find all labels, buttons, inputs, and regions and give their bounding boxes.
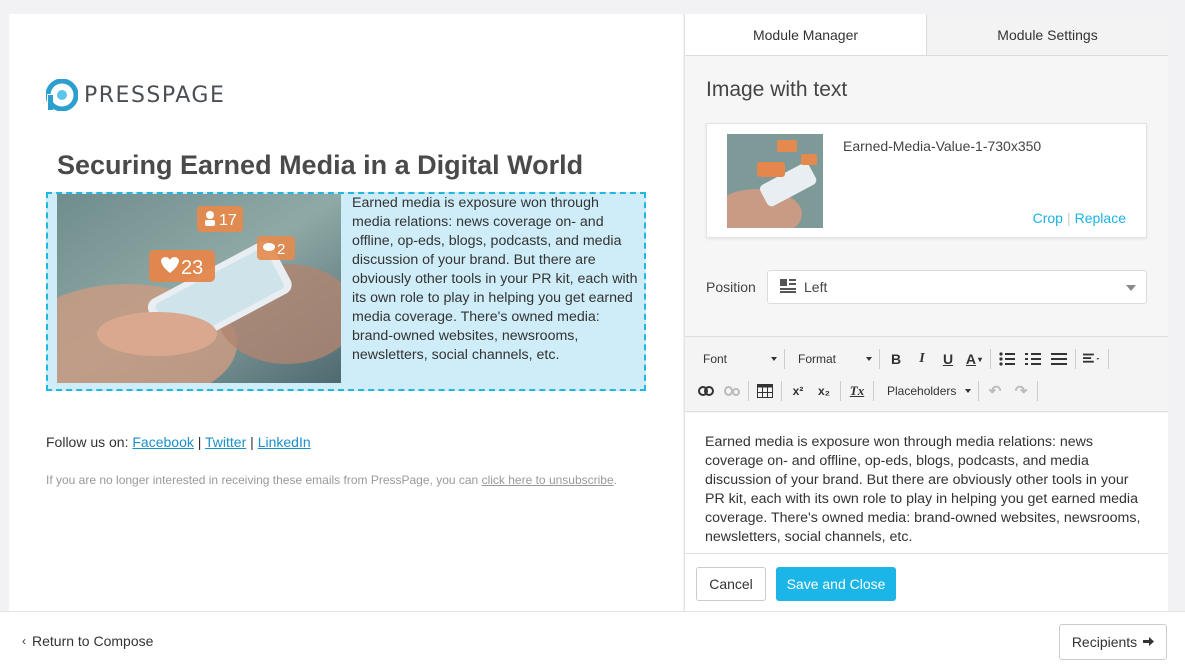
placeholders-dropdown-label: Placeholders	[887, 384, 957, 398]
replace-button[interactable]: Replace	[1075, 210, 1126, 226]
format-dropdown[interactable]: Format	[788, 348, 876, 370]
chevron-left-icon: ‹	[22, 634, 26, 648]
chevron-down-icon	[1126, 285, 1136, 291]
module-name-heading: Image with text	[706, 78, 848, 101]
toolbar-divider	[1108, 349, 1109, 369]
people-badge: 17	[197, 206, 243, 232]
unsubscribe-prefix: If you are no longer interested in recei…	[46, 473, 479, 487]
follow-prefix: Follow us on:	[46, 434, 129, 450]
module-image: 17 2 23	[57, 194, 341, 383]
unlink-icon[interactable]	[719, 380, 745, 402]
undo-icon[interactable]: ↶	[982, 380, 1008, 402]
toolbar-divider	[784, 349, 785, 369]
unsubscribe-notice: If you are no longer interested in recei…	[46, 473, 617, 487]
toolbar-divider	[1075, 349, 1076, 369]
image-file-name: Earned-Media-Value-1-730x350	[843, 138, 1042, 154]
link-icon[interactable]	[693, 380, 719, 402]
subscript-button[interactable]: x₂	[811, 380, 837, 402]
email-title: Securing Earned Media in a Digital World	[57, 150, 584, 180]
horizontal-rule-icon[interactable]	[1046, 348, 1072, 370]
comments-badge: 2	[257, 236, 295, 260]
toolbar-divider	[879, 349, 880, 369]
module-panel: Module Manager Module Settings Image wit…	[684, 14, 1168, 611]
panel-footer: Cancel Save and Close	[685, 553, 1168, 611]
editor-toolbar: Font Format B I U A ▾ x² x₂ Tx Placehold…	[685, 336, 1168, 412]
image-card: Earned-Media-Value-1-730x350 Crop | Replac…	[706, 123, 1147, 238]
panel-tabs: Module Manager Module Settings	[685, 14, 1168, 56]
font-dropdown-label: Font	[703, 352, 728, 366]
toolbar-divider	[978, 381, 979, 401]
svg-text:2: 2	[277, 241, 285, 258]
toolbar-divider	[781, 381, 782, 401]
bulleted-list-icon[interactable]	[994, 348, 1020, 370]
link-separator: |	[250, 434, 254, 450]
position-label: Position	[706, 279, 756, 295]
superscript-button[interactable]: x²	[785, 380, 811, 402]
presspage-logo: PRESSPAGE	[45, 78, 226, 112]
placeholders-dropdown[interactable]: Placeholders	[877, 380, 975, 402]
follow-us-line: Follow us on: Facebook | Twitter | Linke…	[46, 434, 311, 450]
crop-button[interactable]: Crop	[1033, 210, 1063, 226]
email-preview: PRESSPAGE Securing Earned Media in a Dig…	[9, 14, 683, 611]
italic-button[interactable]: I	[909, 348, 935, 370]
position-select[interactable]: Left	[767, 270, 1147, 304]
redo-icon[interactable]: ↷	[1008, 380, 1034, 402]
bottom-bar: ‹ Return to Compose Recipients	[0, 611, 1185, 664]
caret-down-icon	[965, 389, 971, 393]
cancel-button[interactable]: Cancel	[696, 567, 766, 601]
font-dropdown[interactable]: Font	[693, 348, 781, 370]
hearts-badge: 23	[149, 250, 215, 282]
toolbar-divider	[990, 349, 991, 369]
svg-text:17: 17	[219, 212, 237, 229]
svg-text:23: 23	[181, 257, 203, 279]
caret-down-icon	[771, 357, 777, 361]
image-actions: Crop | Replace	[1033, 210, 1126, 226]
rich-text-editor[interactable]: Earned media is exposure won through med…	[685, 413, 1168, 553]
return-label: Return to Compose	[32, 633, 154, 649]
toolbar-divider	[1037, 381, 1038, 401]
unsubscribe-suffix: .	[613, 473, 617, 487]
twitter-link[interactable]: Twitter	[205, 434, 246, 450]
tab-module-manager[interactable]: Module Manager	[685, 14, 927, 56]
linkedin-link[interactable]: LinkedIn	[258, 434, 311, 450]
numbered-list-icon[interactable]	[1020, 348, 1046, 370]
unsubscribe-link[interactable]: click here to unsubscribe	[482, 473, 614, 487]
save-and-close-button[interactable]: Save and Close	[776, 567, 896, 601]
presspage-logo-icon	[45, 78, 79, 112]
recipients-button[interactable]: Recipients	[1059, 624, 1167, 660]
toolbar-divider	[748, 381, 749, 401]
link-separator: |	[197, 434, 202, 450]
bold-button[interactable]: B	[883, 348, 909, 370]
format-dropdown-label: Format	[798, 352, 837, 366]
image-thumbnail[interactable]	[727, 134, 823, 228]
toolbar-divider	[840, 381, 841, 401]
position-value: Left	[804, 279, 828, 295]
table-icon[interactable]	[752, 380, 778, 402]
image-left-icon	[780, 278, 796, 296]
module-body-text: Earned media is exposure won through med…	[352, 195, 638, 363]
tab-module-settings[interactable]: Module Settings	[927, 14, 1168, 56]
return-to-compose-link[interactable]: ‹ Return to Compose	[22, 633, 153, 649]
actions-separator: |	[1066, 210, 1071, 226]
text-color-icon: A	[965, 351, 977, 367]
facebook-link[interactable]: Facebook	[132, 434, 193, 450]
underline-button[interactable]: U	[935, 348, 961, 370]
recipients-label: Recipients	[1071, 634, 1138, 650]
clear-formatting-button[interactable]: Tx	[844, 380, 870, 402]
caret-down-icon	[866, 357, 872, 361]
logo-text: PRESSPAGE	[84, 82, 226, 108]
align-left-icon[interactable]	[1079, 348, 1105, 370]
toolbar-divider	[873, 381, 874, 401]
arrow-right-icon	[1143, 634, 1155, 650]
text-color-button[interactable]: A ▾	[961, 348, 987, 370]
selected-module-image-with-text[interactable]: 17 2 23 Earned media is exposure won thr…	[46, 192, 646, 391]
